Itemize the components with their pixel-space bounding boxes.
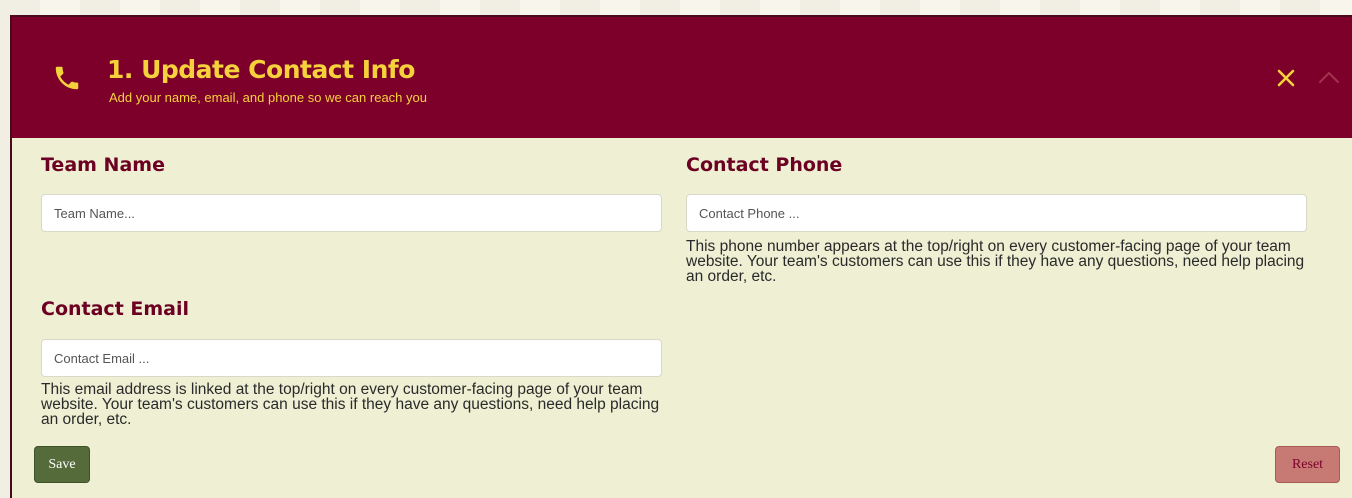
chevron-up-icon[interactable] [1317, 69, 1341, 85]
save-button[interactable]: Save [34, 446, 90, 483]
contact-phone-label: Contact Phone [686, 154, 843, 176]
contact-info-panel: 1. Update Contact Info Add your name, em… [10, 15, 1352, 498]
panel-subtitle: Add your name, email, and phone so we ca… [109, 90, 427, 105]
reset-button[interactable]: Reset [1275, 446, 1340, 483]
phone-icon [55, 66, 79, 90]
contact-email-help: This email address is linked at the top/… [41, 381, 660, 428]
panel-title: 1. Update Contact Info [107, 55, 415, 84]
team-name-input[interactable] [41, 194, 662, 232]
contact-email-input[interactable] [41, 339, 662, 377]
team-name-label: Team Name [41, 154, 165, 176]
contact-email-label: Contact Email [41, 298, 190, 320]
contact-phone-help: This phone number appears at the top/rig… [686, 238, 1305, 285]
contact-phone-input[interactable] [686, 194, 1307, 232]
panel-header: 1. Update Contact Info Add your name, em… [12, 17, 1352, 138]
close-icon[interactable] [1274, 66, 1298, 90]
